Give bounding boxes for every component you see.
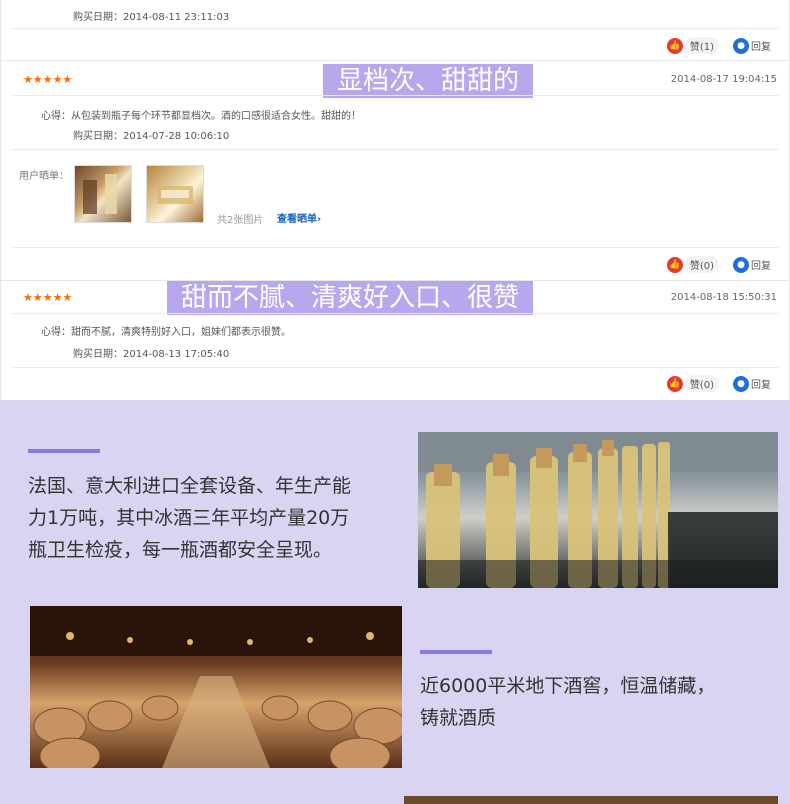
review-2: ★★★★★ 显档次、甜甜的 2014-08-17 19:04:15 心得：从包装… bbox=[0, 60, 790, 280]
purchase-date: 2014-08-13 17:05:40 bbox=[123, 349, 230, 360]
thumbs-up-icon: 👍 bbox=[666, 375, 683, 392]
purchase-date: 2014-07-28 10:06:10 bbox=[123, 131, 230, 142]
comment-line: 心得：甜而不腻，清爽特别好入口，姐妹们都表示很赞。 bbox=[41, 323, 291, 338]
chevron-right-icon: › bbox=[317, 214, 322, 225]
purchase-date-line: 购买日期：2014-08-13 17:05:40 bbox=[73, 345, 229, 360]
review-actions: 👍 赞(1) ● 回复 bbox=[666, 37, 771, 54]
promo-line: 法国、意大利进口全套设备、年生产能 bbox=[28, 475, 352, 497]
purchase-label: 购买日期： bbox=[73, 349, 123, 360]
like-count: (1) bbox=[699, 42, 714, 53]
rating-stars: ★★★★★ bbox=[23, 291, 73, 304]
reply-label: 回复 bbox=[751, 261, 771, 272]
review-date: 2014-08-17 19:04:15 bbox=[670, 74, 777, 85]
divider bbox=[11, 247, 779, 248]
review-highlight: 甜而不腻、清爽好入口、很赞 bbox=[167, 281, 534, 315]
promo-line: 瓶卫生检疫，每一瓶酒都安全呈现。 bbox=[28, 539, 333, 561]
purchase-label: 购买日期： bbox=[73, 131, 123, 142]
user-icon: ● bbox=[733, 37, 749, 54]
promo-section: 法国、意大利进口全套设备、年生产能 力1万吨，其中冰酒三年平均产量20万 瓶卫生… bbox=[0, 400, 790, 804]
divider bbox=[11, 313, 779, 314]
purchase-date: 2014-08-11 23:11:03 bbox=[123, 12, 230, 23]
like-label: 赞 bbox=[689, 261, 700, 272]
reply-label: 回复 bbox=[751, 42, 771, 53]
like-label: 赞 bbox=[689, 380, 700, 391]
wine-cellar-photo bbox=[30, 606, 402, 768]
review-date: 2014-08-18 15:50:31 bbox=[670, 292, 777, 303]
comment-text: 从包装到瓶子每个环节都显档次。酒的口感很适合女性。甜甜的！ bbox=[71, 111, 361, 122]
thumbs-up-icon: 👍 bbox=[666, 37, 683, 54]
divider bbox=[11, 367, 779, 368]
bottling-line-photo bbox=[418, 432, 778, 588]
like-button[interactable]: 👍 赞(0) bbox=[666, 375, 719, 392]
thumbs-up-icon: 👍 bbox=[666, 256, 683, 273]
comment-line: 心得：从包装到瓶子每个环节都显档次。酒的口感很适合女性。甜甜的！ bbox=[41, 107, 361, 122]
bottom-photo-edge bbox=[404, 796, 778, 804]
view-link-label: 查看晒单 bbox=[277, 214, 317, 225]
comment-label: 心得： bbox=[41, 111, 71, 122]
user-icon: ● bbox=[733, 375, 749, 392]
view-show-link[interactable]: 查看晒单› bbox=[277, 210, 321, 225]
user-icon: ● bbox=[733, 256, 749, 273]
accent-bar bbox=[28, 449, 100, 453]
review-actions: 👍 赞(0) ● 回复 bbox=[666, 375, 771, 392]
like-count: (0) bbox=[699, 261, 714, 272]
accent-bar bbox=[420, 650, 492, 654]
promo-line: 力1万吨，其中冰酒三年平均产量20万 bbox=[28, 507, 350, 529]
divider bbox=[11, 149, 779, 150]
show-label: 用户晒单： bbox=[19, 171, 69, 182]
promo-line: 铸就酒质 bbox=[420, 707, 497, 729]
divider bbox=[11, 95, 779, 96]
purchase-label: 购买日期： bbox=[73, 12, 123, 23]
like-button[interactable]: 👍 赞(1) bbox=[666, 37, 719, 54]
review-photo-1[interactable] bbox=[74, 165, 132, 223]
like-count: (0) bbox=[699, 380, 714, 391]
reply-label: 回复 bbox=[751, 380, 771, 391]
reply-button[interactable]: ● 回复 bbox=[733, 375, 771, 392]
comment-text: 甜而不腻，清爽特别好入口，姐妹们都表示很赞。 bbox=[71, 327, 291, 338]
reply-button[interactable]: ● 回复 bbox=[733, 37, 771, 54]
pics-count: 共2张图片 bbox=[217, 215, 264, 226]
divider bbox=[11, 28, 779, 29]
purchase-date-line: 购买日期：2014-08-11 23:11:03 bbox=[73, 8, 229, 23]
review-1: 购买日期：2014-08-11 23:11:03 👍 赞(1) ● 回复 bbox=[0, 0, 790, 60]
purchase-date-line: 购买日期：2014-07-28 10:06:10 bbox=[73, 127, 229, 142]
promo-text-1: 法国、意大利进口全套设备、年生产能 力1万吨，其中冰酒三年平均产量20万 瓶卫生… bbox=[28, 470, 408, 566]
like-button[interactable]: 👍 赞(0) bbox=[666, 256, 719, 273]
comment-label: 心得： bbox=[41, 327, 71, 338]
rating-stars: ★★★★★ bbox=[23, 73, 73, 86]
review-highlight: 显档次、甜甜的 bbox=[323, 64, 534, 98]
like-label: 赞 bbox=[689, 42, 700, 53]
promo-line: 近6000平米地下酒窖，恒温储藏， bbox=[420, 675, 716, 697]
review-3: ★★★★★ 甜而不腻、清爽好入口、很赞 2014-08-18 15:50:31 … bbox=[0, 280, 790, 400]
promo-text-2: 近6000平米地下酒窖，恒温储藏， 铸就酒质 bbox=[420, 670, 780, 734]
review-photo-2[interactable] bbox=[146, 165, 204, 223]
review-actions: 👍 赞(0) ● 回复 bbox=[666, 256, 771, 273]
reply-button[interactable]: ● 回复 bbox=[733, 256, 771, 273]
